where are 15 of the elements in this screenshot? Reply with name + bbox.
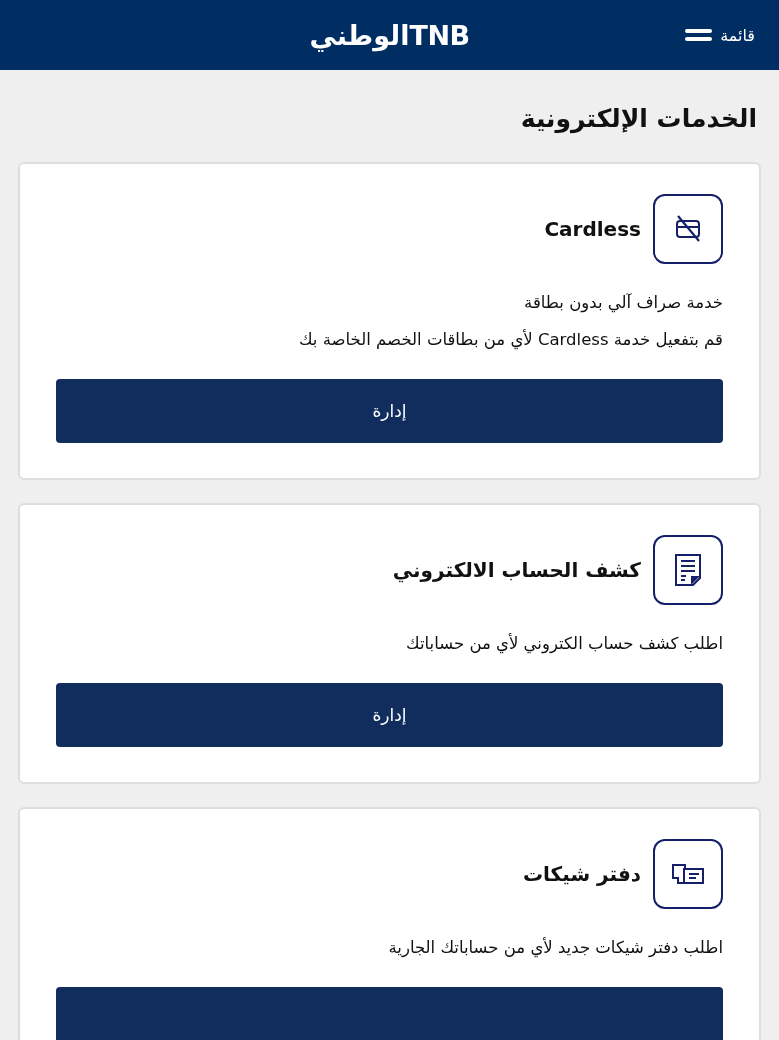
menu-button[interactable]: قائمة: [685, 0, 755, 70]
manage-button[interactable]: [56, 987, 723, 1040]
card-title: Cardless: [544, 217, 641, 241]
card-description: اطلب كشف حساب الكتروني لأي من حساباتك: [405, 633, 723, 655]
logo-text: TNB: [409, 19, 470, 51]
menu-icon: [685, 29, 713, 41]
page-title: الخدمات الإلكترونية: [519, 103, 758, 136]
card-description: اطلب دفتر شيكات جديد لأي من حساباتك الجارية: [387, 937, 723, 959]
card-description: قم بتفعيل خدمة Cardless لأي من بطاقات الخصم الخاصة بك: [297, 329, 723, 351]
card-description: خدمة صراف آلي بدون بطاقة: [523, 292, 723, 314]
card-title: كشف الحساب الالكتروني: [392, 558, 641, 582]
logo-text: الوطني: [309, 19, 410, 51]
card-title: دفتر شيكات: [523, 862, 641, 886]
manage-button[interactable]: إدارة: [56, 683, 723, 747]
manage-button[interactable]: إدارة: [56, 379, 723, 443]
